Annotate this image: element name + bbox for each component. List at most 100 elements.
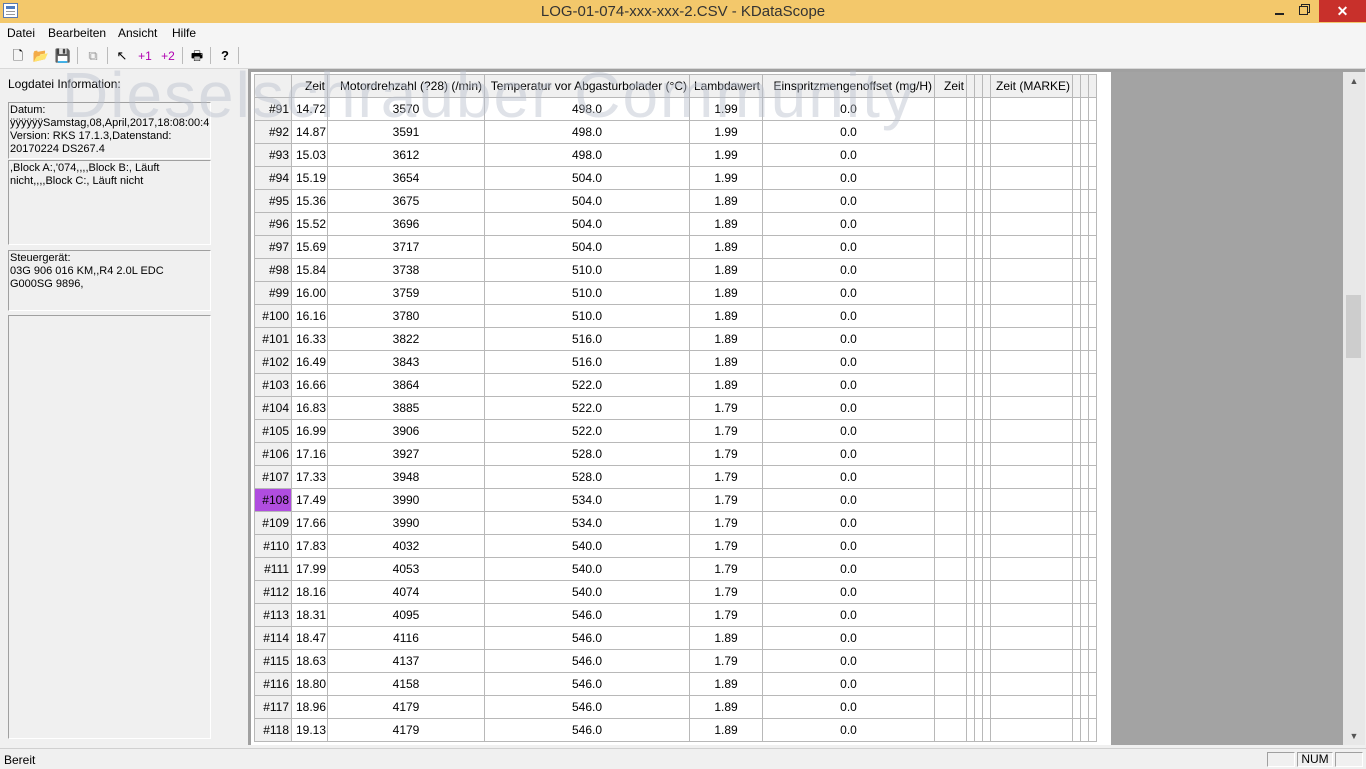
table-cell[interactable] — [1080, 396, 1089, 420]
table-cell[interactable]: 15.69 — [291, 235, 328, 259]
row-header[interactable]: #106 — [254, 442, 292, 466]
table-cell[interactable] — [1088, 143, 1097, 167]
table-cell[interactable] — [982, 97, 991, 121]
table-cell[interactable] — [990, 557, 1073, 581]
table-cell[interactable]: 528.0 — [484, 465, 690, 489]
row-header[interactable]: #97 — [254, 235, 292, 259]
vertical-scrollbar[interactable]: ▲ ▼ — [1343, 72, 1365, 745]
table-cell[interactable] — [1072, 718, 1081, 742]
table-cell[interactable] — [966, 649, 975, 673]
table-cell[interactable] — [1088, 120, 1097, 144]
table-cell[interactable] — [982, 327, 991, 351]
column-header-9[interactable] — [982, 74, 991, 98]
table-cell[interactable]: 504.0 — [484, 189, 690, 213]
column-header-0[interactable] — [254, 74, 292, 98]
table-cell[interactable] — [1088, 580, 1097, 604]
table-cell[interactable] — [974, 718, 983, 742]
table-cell[interactable] — [1072, 350, 1081, 374]
table-cell[interactable] — [1088, 97, 1097, 121]
close-button[interactable]: ✕ — [1319, 0, 1366, 22]
row-header[interactable]: #105 — [254, 419, 292, 443]
column-header-5[interactable]: Einspritzmengenoffset (mg/H) — [762, 74, 935, 98]
table-cell[interactable]: 546.0 — [484, 718, 690, 742]
table-cell[interactable]: 0.0 — [762, 557, 935, 581]
table-row[interactable]: #106 17.16 3927 528.0 1.79 0.0 — [254, 442, 1097, 466]
table-cell[interactable] — [1072, 649, 1081, 673]
table-cell[interactable]: 1.79 — [689, 603, 763, 627]
column-header-2[interactable]: Motordrehzahl (?28) (/min) — [327, 74, 485, 98]
table-cell[interactable] — [982, 304, 991, 328]
table-cell[interactable]: 1.99 — [689, 143, 763, 167]
table-cell[interactable]: 0.0 — [762, 442, 935, 466]
table-cell[interactable]: 0.0 — [762, 396, 935, 420]
table-cell[interactable]: 3948 — [327, 465, 485, 489]
table-cell[interactable]: 516.0 — [484, 350, 690, 374]
table-cell[interactable] — [982, 120, 991, 144]
table-cell[interactable] — [982, 672, 991, 696]
table-cell[interactable] — [1080, 672, 1089, 696]
table-row[interactable]: #92 14.87 3591 498.0 1.99 0.0 — [254, 120, 1097, 144]
table-row[interactable]: #118 19.13 4179 546.0 1.89 0.0 — [254, 718, 1097, 742]
table-row[interactable]: #113 18.31 4095 546.0 1.79 0.0 — [254, 603, 1097, 627]
table-cell[interactable]: 4116 — [327, 626, 485, 650]
table-cell[interactable]: 15.03 — [291, 143, 328, 167]
row-header[interactable]: #113 — [254, 603, 292, 627]
table-cell[interactable] — [1080, 465, 1089, 489]
table-cell[interactable] — [934, 189, 967, 213]
table-cell[interactable]: 0.0 — [762, 304, 935, 328]
table-cell[interactable] — [1088, 534, 1097, 558]
table-cell[interactable] — [982, 166, 991, 190]
table-cell[interactable]: 18.80 — [291, 672, 328, 696]
table-cell[interactable]: 1.89 — [689, 718, 763, 742]
table-cell[interactable] — [1080, 580, 1089, 604]
table-cell[interactable] — [974, 603, 983, 627]
table-cell[interactable]: 3990 — [327, 488, 485, 512]
table-cell[interactable]: 0.0 — [762, 695, 935, 719]
table-row[interactable]: #97 15.69 3717 504.0 1.89 0.0 — [254, 235, 1097, 259]
table-cell[interactable] — [1072, 212, 1081, 236]
table-cell[interactable] — [990, 534, 1073, 558]
menu-hilfe[interactable]: Hilfe — [172, 26, 196, 40]
row-header[interactable]: #117 — [254, 695, 292, 719]
table-cell[interactable]: 1.79 — [689, 534, 763, 558]
table-cell[interactable]: 522.0 — [484, 396, 690, 420]
table-cell[interactable]: 1.99 — [689, 97, 763, 121]
table-cell[interactable] — [1080, 258, 1089, 282]
table-cell[interactable] — [1088, 189, 1097, 213]
table-cell[interactable] — [982, 419, 991, 443]
table-cell[interactable] — [1072, 281, 1081, 305]
table-cell[interactable]: 16.99 — [291, 419, 328, 443]
column-header-7[interactable] — [966, 74, 975, 98]
table-row[interactable]: #111 17.99 4053 540.0 1.79 0.0 — [254, 557, 1097, 581]
table-cell[interactable] — [982, 212, 991, 236]
table-cell[interactable] — [990, 580, 1073, 604]
row-header[interactable]: #109 — [254, 511, 292, 535]
table-cell[interactable] — [1072, 235, 1081, 259]
table-cell[interactable] — [1072, 189, 1081, 213]
table-cell[interactable] — [982, 465, 991, 489]
table-cell[interactable] — [1088, 304, 1097, 328]
table-cell[interactable] — [1072, 442, 1081, 466]
table-cell[interactable]: 18.31 — [291, 603, 328, 627]
table-cell[interactable] — [982, 626, 991, 650]
table-cell[interactable]: 1.89 — [689, 672, 763, 696]
table-cell[interactable] — [974, 534, 983, 558]
table-cell[interactable]: 498.0 — [484, 97, 690, 121]
table-cell[interactable]: 0.0 — [762, 626, 935, 650]
table-cell[interactable] — [974, 143, 983, 167]
table-cell[interactable] — [982, 718, 991, 742]
table-cell[interactable]: 4053 — [327, 557, 485, 581]
pointer-icon[interactable]: ↖ — [112, 46, 132, 66]
table-cell[interactable] — [934, 534, 967, 558]
table-row[interactable]: #91 14.72 3570 498.0 1.99 0.0 — [254, 97, 1097, 121]
table-cell[interactable]: 4158 — [327, 672, 485, 696]
table-cell[interactable]: 1.79 — [689, 419, 763, 443]
row-header[interactable]: #112 — [254, 580, 292, 604]
table-cell[interactable]: 0.0 — [762, 212, 935, 236]
table-cell[interactable] — [934, 511, 967, 535]
table-cell[interactable]: 4179 — [327, 695, 485, 719]
table-cell[interactable] — [934, 212, 967, 236]
open-icon[interactable]: 📂 — [31, 46, 51, 66]
table-cell[interactable] — [1072, 120, 1081, 144]
table-cell[interactable]: 0.0 — [762, 120, 935, 144]
